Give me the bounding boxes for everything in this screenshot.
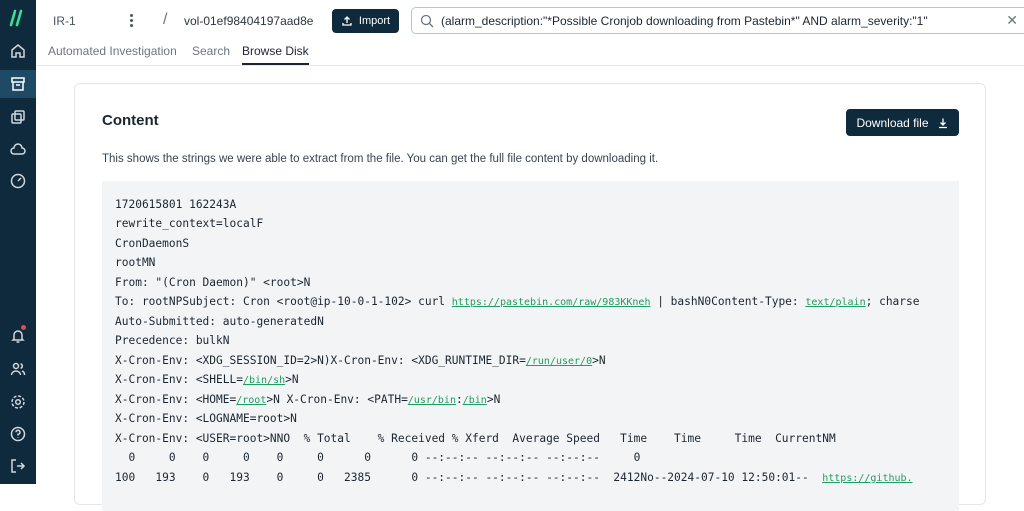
- dashboard-icon[interactable]: [0, 167, 36, 195]
- settings-icon[interactable]: [0, 388, 36, 416]
- code-text: >N: [285, 373, 299, 386]
- home-icon[interactable]: [0, 37, 36, 65]
- path-link[interactable]: /usr/bin: [408, 395, 456, 406]
- search-input[interactable]: (alarm_description:"*Possible Cronjob do…: [411, 7, 1024, 34]
- pastebin-link[interactable]: https://pastebin.com/raw/983KKneh: [452, 297, 651, 308]
- users-icon[interactable]: [0, 355, 36, 383]
- help-icon[interactable]: [0, 420, 36, 448]
- tab-search[interactable]: Search: [192, 44, 230, 58]
- code-text: To: rootNPSubject: Cron <root@ip-10-0-1-…: [115, 295, 452, 308]
- code-line: X-Cron-Env: <USER=root>NNO % Total % Rec…: [115, 432, 836, 445]
- download-label: Download file: [856, 115, 929, 130]
- code-line: 0 0 0 0 0 0 0 0 --:--:-- --:--:-- --:--:…: [115, 451, 641, 464]
- code-line: Precedence: bulkN: [115, 334, 230, 347]
- code-line: CronDaemonS: [115, 237, 190, 250]
- logout-icon[interactable]: [0, 452, 36, 480]
- content-card: Content Download file This shows the str…: [74, 83, 986, 511]
- tab-browse-disk[interactable]: Browse Disk: [242, 44, 309, 65]
- breadcrumb-volume[interactable]: vol-01ef98404197aad8e: [184, 14, 313, 28]
- download-file-button[interactable]: Download file: [846, 109, 959, 136]
- code-line: rewrite_context=localF: [115, 217, 264, 230]
- code-line: 1720615801 162243A: [115, 198, 237, 211]
- code-line: Auto-Submitted: auto-generatedN: [115, 315, 324, 328]
- code-line: X-Cron-Env: <XDG_SESSION_ID=2>N)X-Cron-E…: [115, 354, 606, 367]
- path-link[interactable]: /bin: [463, 395, 487, 406]
- code-line: X-Cron-Env: <SHELL=/bin/sh>N: [115, 373, 299, 386]
- code-line: To: rootNPSubject: Cron <root@ip-10-0-1-…: [115, 295, 920, 308]
- breadcrumb-separator: /: [163, 11, 168, 28]
- path-link[interactable]: /run/user/0: [526, 356, 592, 367]
- breadcrumb-incident[interactable]: IR-1: [53, 14, 76, 28]
- download-icon: [938, 118, 947, 128]
- more-options-icon[interactable]: [124, 10, 138, 30]
- search-query[interactable]: (alarm_description:"*Possible Cronjob do…: [441, 14, 971, 28]
- code-text: >N: [486, 393, 501, 406]
- content-description: This shows the strings we were able to e…: [102, 153, 659, 165]
- top-bar: IR-1 / vol-01ef98404197aad8e Import (ala…: [36, 0, 1024, 40]
- path-link[interactable]: /root: [236, 395, 266, 406]
- content-title: Content: [102, 112, 159, 129]
- path-link[interactable]: /bin/sh: [243, 375, 285, 386]
- code-text: | bashN0Content-Type:: [650, 295, 806, 308]
- import-button[interactable]: Import: [332, 9, 399, 33]
- code-line: 100 193 0 193 0 0 2385 0 --:--:-- --:--:…: [115, 471, 913, 484]
- tab-automated-investigation[interactable]: Automated Investigation: [48, 44, 177, 58]
- logo-icon[interactable]: [0, 4, 36, 32]
- strings-output: 1720615801 162243A rewrite_context=local…: [102, 181, 959, 511]
- code-text: 100 193 0 193 0 0 2385 0 --:--:-- --:--:…: [115, 471, 823, 484]
- code-text: X-Cron-Env: <XDG_SESSION_ID=2>N)X-Cron-E…: [115, 354, 526, 367]
- code-text: ; charse: [865, 295, 920, 308]
- upload-icon: [342, 16, 352, 26]
- sidebar: [0, 0, 36, 484]
- code-line: From: "(Cron Daemon)" <root>N: [115, 276, 311, 289]
- content-type-link[interactable]: text/plain: [805, 297, 865, 308]
- clear-icon[interactable]: ✕: [1006, 12, 1018, 29]
- code-line: X-Cron-Env: <LOGNAME=root>N: [115, 412, 297, 425]
- notification-dot: [21, 325, 26, 330]
- code-text: >N: [592, 354, 606, 367]
- search-icon: [420, 14, 434, 28]
- import-label: Import: [358, 15, 391, 27]
- header-divider: [36, 65, 1024, 66]
- code-text: X-Cron-Env: <HOME=: [115, 393, 237, 406]
- archive-icon[interactable]: [0, 70, 36, 98]
- copy-icon[interactable]: [0, 103, 36, 131]
- code-line: rootMN: [115, 256, 156, 269]
- github-link[interactable]: https://github.: [822, 473, 912, 484]
- code-text: X-Cron-Env: <SHELL=: [115, 373, 243, 386]
- code-line: X-Cron-Env: <HOME=/root>N X-Cron-Env: <P…: [115, 393, 500, 406]
- code-text: :: [455, 393, 463, 406]
- cloud-icon[interactable]: [0, 135, 36, 163]
- bell-icon[interactable]: [0, 322, 36, 350]
- code-text: >N X-Cron-Env: <PATH=: [266, 393, 408, 406]
